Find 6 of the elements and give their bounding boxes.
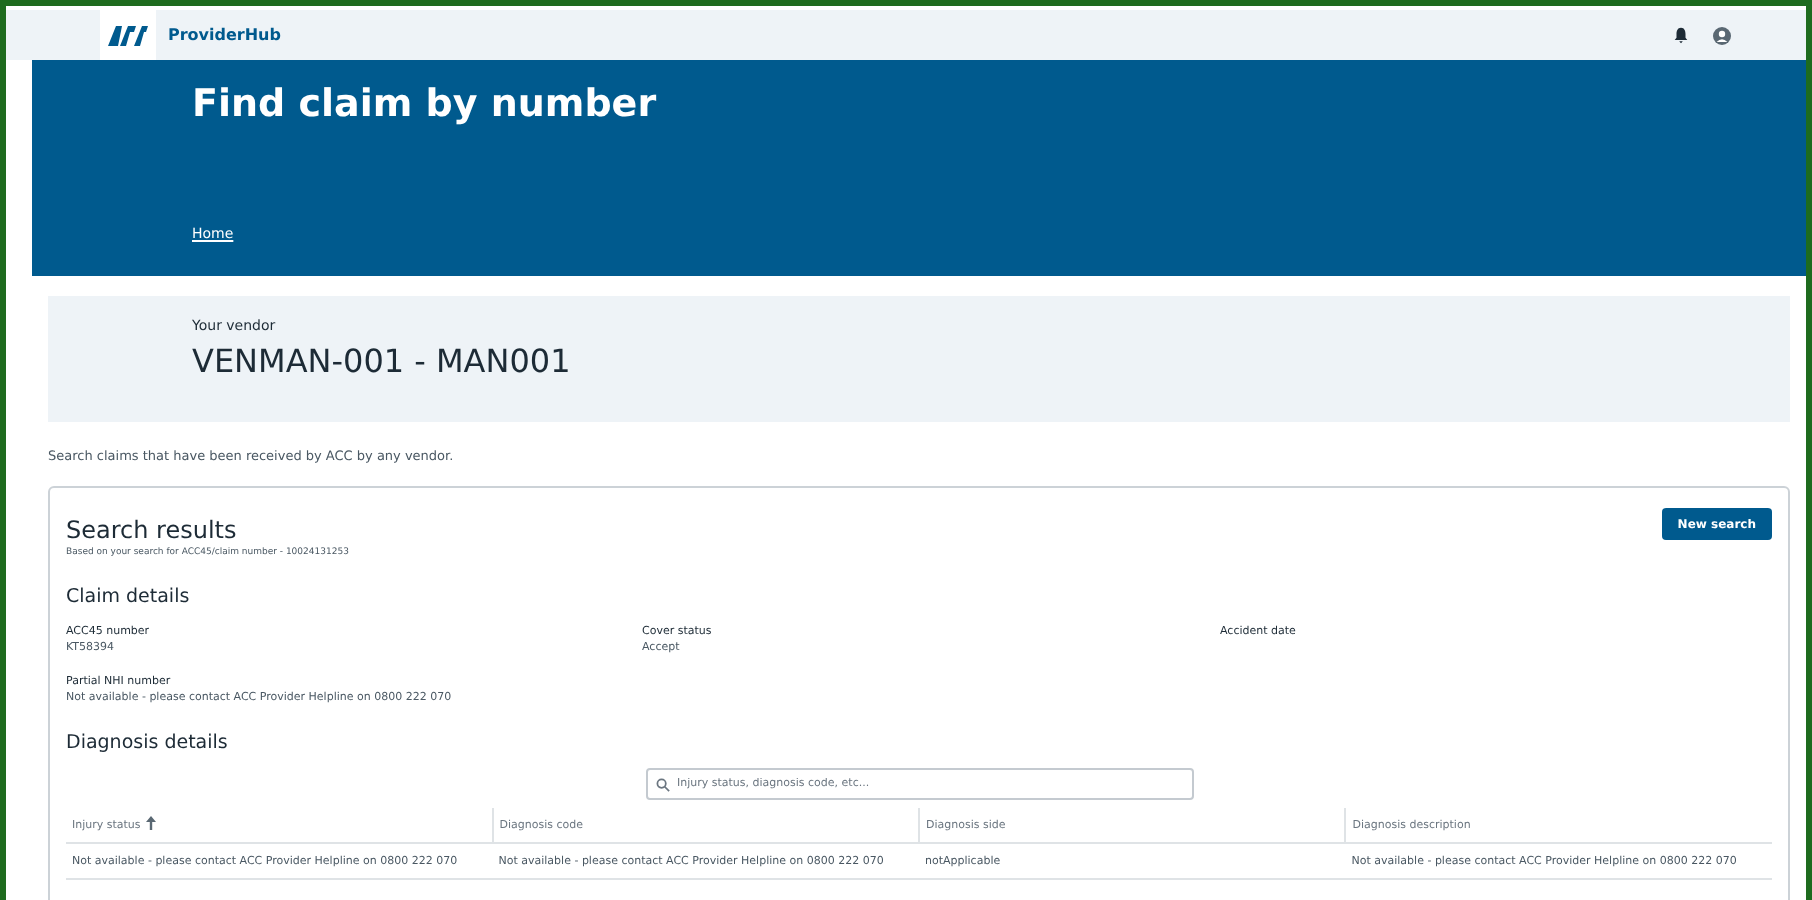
- section-heading: Diagnosis details: [66, 732, 230, 754]
- section-heading: Claim details: [66, 586, 192, 608]
- results-title: Search results: [66, 516, 239, 544]
- vendor-name: VENMAN-001 - MAN001: [192, 342, 573, 380]
- app-name: ProviderHub: [168, 26, 281, 44]
- page-title: Find claim by number: [192, 82, 659, 126]
